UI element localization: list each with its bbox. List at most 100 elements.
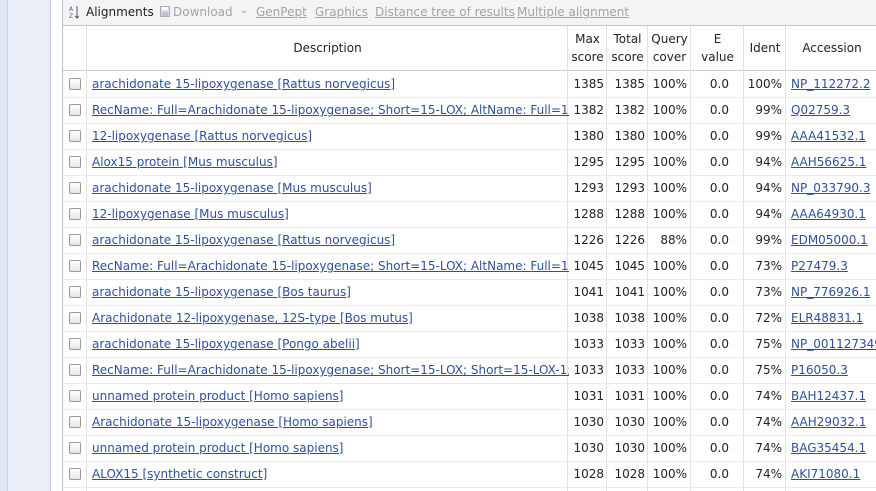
accession-link[interactable]: NP_776926.1 (791, 285, 870, 299)
description-link[interactable]: arachidonate 15-lipoxygenase [Rattus nor… (92, 233, 569, 247)
accession-link[interactable]: NP_112272.2 (791, 77, 870, 91)
accession-link[interactable]: NP_033790.3 (791, 181, 870, 195)
multiple-alignment-link[interactable]: Multiple alignment (517, 5, 629, 19)
description-link[interactable]: RecName: Full=Arachidonate 15-lipoxygena… (92, 363, 569, 377)
description-link[interactable]: RecName: Full=Arachidonate 15-lipoxygena… (92, 103, 569, 117)
evalue-cell: 0.0 (709, 103, 729, 117)
distance-tree-link[interactable]: Distance tree of results (375, 5, 515, 19)
ident-cell: 100% (747, 77, 782, 91)
table-row: arachidonate 15-lipoxygenase [Rattus nor… (63, 227, 876, 254)
table-row: RecName: Full=Arachidonate 15-lipoxygena… (63, 253, 876, 280)
row-checkbox[interactable] (69, 468, 81, 480)
description-link[interactable]: 12-lipoxygenase [Rattus norvegicus] (92, 129, 569, 143)
description-link[interactable]: ALOX15 [synthetic construct] (92, 467, 569, 481)
max-score-cell: 1382 (573, 103, 604, 117)
accession-link[interactable]: AKI71080.1 (791, 467, 860, 481)
evalue-cell: 0.0 (709, 337, 729, 351)
column-header-accession[interactable]: Accession (785, 26, 876, 70)
row-checkbox[interactable] (69, 442, 81, 454)
accession-link[interactable]: P27479.3 (791, 259, 848, 273)
accession-link[interactable]: AAA64930.1 (791, 207, 866, 221)
accession-link[interactable]: AAA41532.1 (791, 129, 866, 143)
row-checkbox[interactable] (69, 312, 81, 324)
row-checkbox[interactable] (69, 234, 81, 246)
download-disk-icon (160, 6, 170, 17)
svg-text:Z: Z (69, 13, 73, 19)
accession-link[interactable]: P16050.3 (791, 363, 848, 377)
table-row: arachidonate 15-lipoxygenase [Mus muscul… (63, 175, 876, 202)
query-cover-cell: 100% (652, 467, 687, 481)
row-checkbox[interactable] (69, 390, 81, 402)
query-cover-cell: 100% (652, 415, 687, 429)
evalue-cell: 0.0 (709, 129, 729, 143)
description-link[interactable]: Arachidonate 12-lipoxygenase, 12S-type [… (92, 311, 569, 325)
row-checkbox[interactable] (69, 338, 81, 350)
column-header-max-score[interactable]: Max score (567, 26, 607, 70)
column-header-total-score[interactable]: Total score (606, 26, 648, 70)
row-checkbox[interactable] (69, 416, 81, 428)
genpept-link[interactable]: GenPept (256, 5, 307, 19)
evalue-cell: 0.0 (709, 363, 729, 377)
description-link[interactable]: Alox15 protein [Mus musculus] (92, 155, 569, 169)
ident-cell: 74% (755, 467, 782, 481)
row-checkbox[interactable] (69, 286, 81, 298)
max-score-cell: 1033 (573, 363, 604, 377)
accession-link[interactable]: BAG35454.1 (791, 441, 866, 455)
query-cover-cell: 100% (652, 311, 687, 325)
description-link[interactable]: arachidonate 15-lipoxygenase [Rattus nor… (92, 77, 569, 91)
sort-alpha-icon[interactable]: A Z (69, 5, 79, 19)
description-link[interactable]: Arachidonate 15-lipoxygenase [Homo sapie… (92, 415, 569, 429)
column-header-query-cover[interactable]: Query cover (647, 26, 691, 70)
row-checkbox[interactable] (69, 156, 81, 168)
accession-link[interactable]: EDM05000.1 (791, 233, 868, 247)
evalue-cell: 0.0 (709, 389, 729, 403)
evalue-cell: 0.0 (709, 467, 729, 481)
description-link[interactable]: arachidonate 15-lipoxygenase [Pongo abel… (92, 337, 569, 351)
description-link[interactable]: arachidonate 15-lipoxygenase [Bos taurus… (92, 285, 569, 299)
table-row: RecName: Full=Arachidonate 15-lipoxygena… (63, 97, 876, 124)
description-link[interactable]: unnamed protein product [Homo sapiens] (92, 389, 569, 403)
row-checkbox[interactable] (69, 78, 81, 90)
row-checkbox[interactable] (69, 208, 81, 220)
table-row: unnamed protein product [Homo sapiens] 1… (63, 383, 876, 410)
accession-link[interactable]: NP_001127349 (791, 337, 876, 351)
description-link[interactable]: unnamed protein product [Homo sapiens] (92, 441, 569, 455)
select-column-header (63, 26, 86, 70)
accession-link[interactable]: AAH29032.1 (791, 415, 866, 429)
chevron-down-icon[interactable]: ⌄ (240, 5, 248, 16)
description-link[interactable]: 12-lipoxygenase [Mus musculus] (92, 207, 569, 221)
graphics-link[interactable]: Graphics (315, 5, 368, 19)
total-score-cell: 1033 (614, 337, 645, 351)
max-score-cell: 1293 (573, 181, 604, 195)
accession-link[interactable]: AAH56625.1 (791, 155, 866, 169)
total-score-cell: 1030 (614, 415, 645, 429)
total-score-cell: 1030 (614, 441, 645, 455)
row-checkbox[interactable] (69, 104, 81, 116)
accession-link[interactable]: ELR48831.1 (791, 311, 863, 325)
total-score-cell: 1045 (614, 259, 645, 273)
row-checkbox[interactable] (69, 182, 81, 194)
ident-cell: 74% (755, 415, 782, 429)
max-score-cell: 1030 (573, 415, 604, 429)
description-link[interactable]: RecName: Full=Arachidonate 15-lipoxygena… (92, 259, 569, 273)
table-row: arachidonate 15-lipoxygenase [Pongo abel… (63, 331, 876, 358)
row-checkbox[interactable] (69, 130, 81, 142)
ident-cell: 74% (755, 389, 782, 403)
query-cover-cell: 100% (652, 77, 687, 91)
accession-link[interactable]: BAH12437.1 (791, 389, 866, 403)
ident-cell: 99% (755, 233, 782, 247)
row-checkbox[interactable] (69, 364, 81, 376)
column-header-description[interactable]: Description (86, 26, 568, 70)
download-button[interactable]: Download (173, 5, 233, 19)
svg-text:A: A (69, 6, 74, 13)
column-header-evalue[interactable]: Evalue (690, 26, 744, 70)
left-sidebar-strip (7, 0, 51, 491)
total-score-cell: 1041 (614, 285, 645, 299)
row-checkbox[interactable] (69, 260, 81, 272)
accession-link[interactable]: Q02759.3 (791, 103, 850, 117)
table-row: arachidonate 15-lipoxygenase [Bos taurus… (63, 279, 876, 306)
description-link[interactable]: arachidonate 15-lipoxygenase [Mus muscul… (92, 181, 569, 195)
column-header-ident[interactable]: Ident (743, 26, 786, 70)
ident-cell: 94% (755, 155, 782, 169)
query-cover-cell: 100% (652, 389, 687, 403)
